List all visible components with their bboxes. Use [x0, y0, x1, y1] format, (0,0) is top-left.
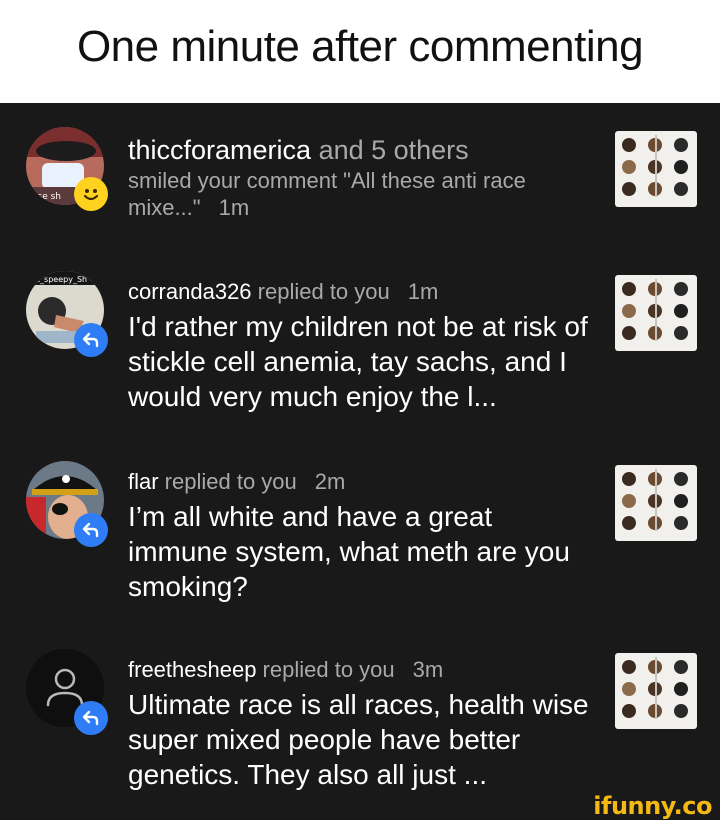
thumbnail-face	[622, 326, 636, 340]
post-thumbnail[interactable]	[615, 131, 697, 207]
thumbnail-face	[674, 304, 688, 318]
reply-body: I’m all white and have a great immune sy…	[128, 501, 570, 602]
action-text: replied to you	[256, 657, 395, 682]
notification-text: freethesheep replied to you 3m Ultimate r…	[128, 655, 598, 792]
thumbnail-divider	[655, 469, 657, 531]
username[interactable]: corranda326	[128, 279, 252, 304]
thumbnail-face	[674, 660, 688, 674]
action-text: replied to you	[251, 279, 390, 304]
post-thumbnail[interactable]	[615, 465, 697, 541]
caption-header: One minute after commenting	[0, 0, 720, 103]
thumbnail-face	[674, 682, 688, 696]
thumbnail-face	[674, 138, 688, 152]
thumbnail-face	[622, 494, 636, 508]
timestamp: 2m	[314, 469, 346, 494]
notification-text: flar replied to you 2m I’m all white and …	[128, 467, 598, 604]
thumbnail-face	[674, 326, 688, 340]
thumbnail-divider	[655, 657, 657, 719]
thumbnail-face	[674, 494, 688, 508]
thumbnail-face	[622, 516, 636, 530]
reply-body: I'd rather my children not be at risk of…	[128, 311, 588, 412]
action-text: and 5 others	[311, 135, 469, 165]
reply-badge	[74, 701, 108, 735]
smile-icon	[83, 189, 99, 201]
timestamp: 1m	[218, 195, 250, 220]
thumbnail-face	[622, 182, 636, 196]
thumbnail-image	[622, 469, 688, 531]
reply-badge	[74, 323, 108, 357]
timestamp: 1m	[407, 279, 439, 304]
thumbnail-face	[622, 472, 636, 486]
reply-icon	[82, 332, 99, 348]
action-text: replied to you	[158, 469, 297, 494]
timestamp: 3m	[412, 657, 444, 682]
ifunny-watermark: ifunny.co	[593, 792, 712, 820]
avatar-overlay-text: at_speepy_Sh	[32, 275, 87, 284]
thumbnail-face	[622, 304, 636, 318]
thumbnail-face	[622, 682, 636, 696]
thumbnail-face	[622, 282, 636, 296]
smile-badge	[74, 177, 108, 211]
reply-icon	[82, 710, 99, 726]
thumbnail-divider	[655, 279, 657, 341]
notification-text: corranda326 replied to you 1m I'd rather …	[128, 277, 598, 414]
thumbnail-face	[674, 472, 688, 486]
username[interactable]: thiccforamerica	[128, 135, 311, 165]
reply-body: Ultimate race is all races, health wise …	[128, 689, 589, 790]
thumbnail-face	[674, 704, 688, 718]
thumbnail-face	[674, 182, 688, 196]
reply-badge	[74, 513, 108, 547]
post-thumbnail[interactable]	[615, 275, 697, 351]
thumbnail-face	[674, 160, 688, 174]
thumbnail-face	[622, 660, 636, 674]
thumbnail-face	[674, 282, 688, 296]
caption-title: One minute after commenting	[76, 21, 644, 71]
thumbnail-face	[674, 516, 688, 530]
thumbnail-face	[622, 138, 636, 152]
thumbnail-image	[622, 279, 688, 341]
notification-feed: ase sh thiccforamerica and 5 others smil…	[0, 103, 720, 820]
notification-text: thiccforamerica and 5 others smiled your…	[128, 133, 598, 221]
sub-text: smiled your comment "All these anti race…	[128, 168, 526, 220]
post-thumbnail[interactable]	[615, 653, 697, 729]
thumbnail-face	[622, 704, 636, 718]
reply-icon	[82, 522, 99, 538]
username[interactable]: freethesheep	[128, 657, 256, 682]
thumbnail-face	[622, 160, 636, 174]
thumbnail-image	[622, 657, 688, 719]
avatar-overlay-text: ase sh	[32, 192, 61, 202]
username[interactable]: flar	[128, 469, 159, 494]
thumbnail-image	[622, 135, 688, 197]
thumbnail-divider	[655, 135, 657, 197]
